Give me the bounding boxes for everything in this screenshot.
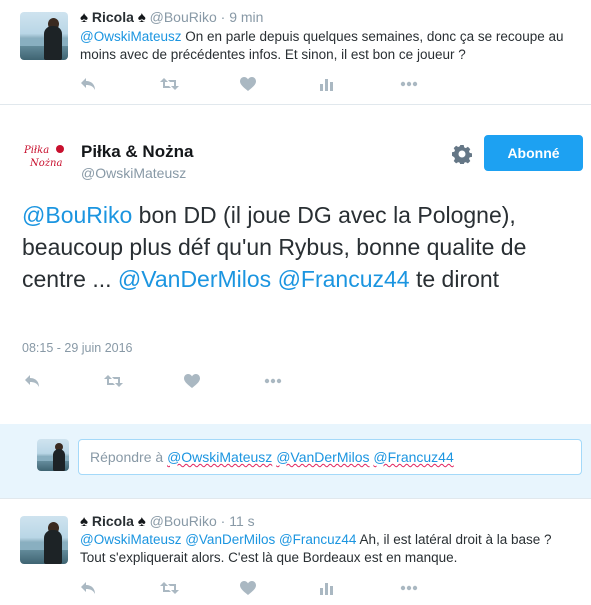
retweet-icon [104,375,123,387]
mention-link: @OwskiMateusz [167,449,273,465]
more-button[interactable] [400,579,480,597]
avatar-pilka-nozna[interactable]: Piłka Nożna [20,133,68,181]
mention-link: @VanDerMilos [276,449,370,465]
user-name[interactable]: Ricola [92,9,134,25]
reply-icon [25,375,39,387]
like-button[interactable] [240,579,320,597]
tweet-header: ♠ Ricola ♠ @BouRiko · 11 s [80,513,255,530]
separator-dot: · [220,9,226,25]
avatar[interactable] [20,516,68,564]
tweet-actions [80,75,480,93]
retweet-button[interactable] [160,75,240,93]
retweet-button[interactable] [160,579,240,597]
mention-link[interactable]: @OwskiMateusz @VanDerMilos @Francuz44 [80,532,356,547]
mention-link[interactable]: @Francuz44 [278,266,410,292]
user-handle[interactable]: @OwskiMateusz [81,165,186,181]
tweet-time[interactable]: 11 s [229,513,254,529]
tweet-text: @BouRiko bon DD (il joue DG avec la Polo… [22,202,527,292]
tweet-ricola-1[interactable]: ♠ Ricola ♠ @BouRiko · 9 min @OwskiMateus… [0,0,591,104]
like-icon [184,374,200,388]
spade-icon: ♠ [137,9,146,26]
tweet-ricola-2[interactable]: ♠ Ricola ♠ @BouRiko · 11 s @OwskiMateusz… [0,499,591,605]
gear-icon [451,145,473,166]
analytics-button[interactable] [320,579,400,597]
tweet-actions [24,372,344,390]
user-handle[interactable]: @BouRiko [150,9,217,25]
user-name[interactable]: Piłka & Nożna [81,142,193,162]
more-icon [400,81,418,87]
tweet-actions [80,579,480,597]
svg-text:Nożna: Nożna [29,158,62,169]
svg-text:Piłka: Piłka [23,145,49,156]
avatar[interactable] [20,12,68,60]
reply-button[interactable] [80,579,160,597]
brand-logo: Piłka Nożna [22,141,66,174]
reply-input[interactable]: Répondre à @OwskiMateusz @VanDerMilos @F… [78,439,582,475]
reply-button[interactable] [80,75,160,93]
more-icon [264,378,282,384]
avatar [37,439,69,471]
mention-link[interactable]: @VanDerMilos [118,266,271,292]
mention-link[interactable]: @BouRiko [22,202,132,228]
more-button[interactable] [264,372,344,390]
tweet-text: @OwskiMateusz On en parle depuis quelque… [80,28,580,64]
like-icon [240,77,256,91]
retweet-button[interactable] [104,372,184,390]
divider [0,104,591,105]
spade-icon: ♠ [80,9,88,26]
retweet-icon [160,582,179,594]
like-button[interactable] [184,372,264,390]
more-button[interactable] [400,75,480,93]
mention-link[interactable]: @OwskiMateusz [80,29,181,44]
retweet-icon [160,78,179,90]
tweet-time[interactable]: 9 min [229,9,263,25]
like-icon [240,581,256,595]
mention-link: @Francuz44 [373,449,454,465]
more-icon [400,585,418,591]
reply-icon [81,582,95,594]
user-name[interactable]: Ricola [92,513,134,529]
analytics-icon [320,583,333,595]
tweet-timestamp[interactable]: 08:15 - 29 juin 2016 [22,341,133,355]
reply-icon [81,78,95,90]
user-actions-button[interactable] [451,144,473,166]
reply-button[interactable] [24,372,104,390]
spade-icon: ♠ [137,513,146,530]
separator-dot: · [220,513,226,529]
spade-icon: ♠ [80,513,88,530]
user-handle[interactable]: @BouRiko [150,513,217,529]
tweet-header: ♠ Ricola ♠ @BouRiko · 9 min [80,9,263,26]
following-button[interactable]: Abonné [484,135,583,171]
tweet-text: @OwskiMateusz @VanDerMilos @Francuz44 Ah… [80,531,580,567]
analytics-icon [320,79,333,91]
analytics-button[interactable] [320,75,400,93]
reply-box: Répondre à @OwskiMateusz @VanDerMilos @F… [0,424,591,498]
like-button[interactable] [240,75,320,93]
